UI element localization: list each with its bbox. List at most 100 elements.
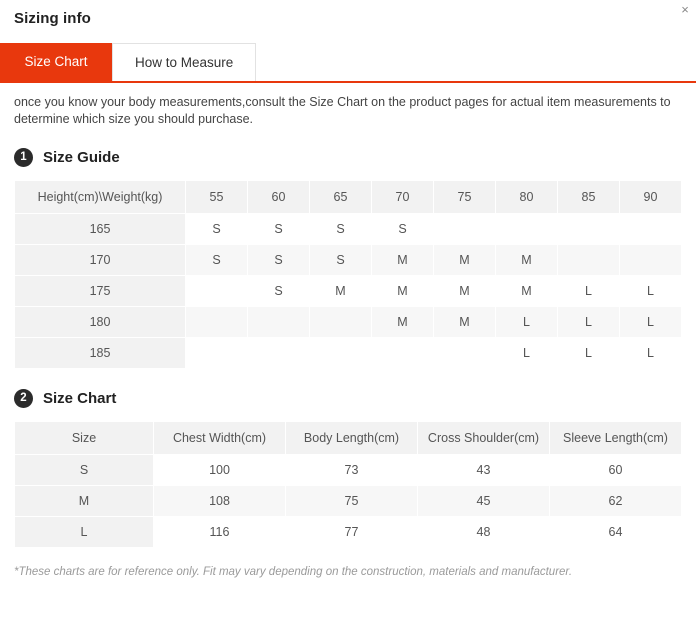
table-row: S 100 73 43 60 bbox=[14, 454, 682, 486]
size-cell: L bbox=[619, 275, 682, 307]
row-header-height: 165 bbox=[14, 213, 186, 245]
size-cell: S bbox=[185, 244, 248, 276]
size-cell: M bbox=[371, 275, 434, 307]
table-header-row: Height(cm)\Weight(kg) 55 60 65 70 75 80 … bbox=[14, 180, 682, 214]
row-header-size: S bbox=[14, 454, 154, 486]
size-cell: S bbox=[247, 244, 310, 276]
close-icon[interactable]: × bbox=[677, 2, 693, 18]
table-row: 170 S S S M M M bbox=[14, 244, 682, 276]
column-header-measure: Body Length(cm) bbox=[285, 421, 418, 455]
size-cell: M bbox=[433, 275, 496, 307]
table-row: 185 L L L bbox=[14, 337, 682, 369]
column-header-weight: 70 bbox=[371, 180, 434, 214]
column-header-measure: Cross Shoulder(cm) bbox=[417, 421, 550, 455]
column-header-weight: 80 bbox=[495, 180, 558, 214]
size-cell bbox=[247, 337, 310, 369]
table-body: S 100 73 43 60 M 108 75 45 62 L 116 77 4… bbox=[14, 454, 682, 548]
column-header-weight: 65 bbox=[309, 180, 372, 214]
section-heading-size-guide: 1 Size Guide bbox=[0, 148, 696, 167]
size-cell: L bbox=[557, 306, 620, 338]
tab-size-chart[interactable]: Size Chart bbox=[0, 43, 112, 81]
panel-header: Sizing info × bbox=[0, 0, 696, 34]
size-cell: M bbox=[309, 275, 372, 307]
size-cell bbox=[185, 337, 248, 369]
column-header-weight: 60 bbox=[247, 180, 310, 214]
measure-cell: 48 bbox=[417, 516, 550, 548]
size-cell bbox=[309, 306, 372, 338]
table-row: L 116 77 48 64 bbox=[14, 516, 682, 548]
size-cell: M bbox=[371, 306, 434, 338]
table-header: Size Chest Width(cm) Body Length(cm) Cro… bbox=[14, 421, 682, 455]
size-cell bbox=[619, 213, 682, 245]
size-cell: M bbox=[495, 275, 558, 307]
size-cell bbox=[309, 337, 372, 369]
size-cell: S bbox=[247, 275, 310, 307]
row-header-height: 175 bbox=[14, 275, 186, 307]
size-chart-table: Size Chest Width(cm) Body Length(cm) Cro… bbox=[14, 421, 682, 548]
size-cell bbox=[185, 275, 248, 307]
size-cell: L bbox=[495, 306, 558, 338]
page-title: Sizing info bbox=[14, 10, 91, 27]
size-cell bbox=[433, 337, 496, 369]
row-header-height: 185 bbox=[14, 337, 186, 369]
column-header-size: Size bbox=[14, 421, 154, 455]
table-row: 180 M M L L L bbox=[14, 306, 682, 338]
row-header-height: 180 bbox=[14, 306, 186, 338]
measure-cell: 60 bbox=[549, 454, 682, 486]
size-cell: L bbox=[619, 337, 682, 369]
column-header-weight: 90 bbox=[619, 180, 682, 214]
size-cell bbox=[371, 337, 434, 369]
size-cell bbox=[185, 306, 248, 338]
column-header-weight: 75 bbox=[433, 180, 496, 214]
measure-cell: 45 bbox=[417, 485, 550, 517]
table-header-row: Size Chest Width(cm) Body Length(cm) Cro… bbox=[14, 421, 682, 455]
column-header-weight: 85 bbox=[557, 180, 620, 214]
size-chart-table-wrap: Size Chest Width(cm) Body Length(cm) Cro… bbox=[0, 421, 696, 548]
size-cell bbox=[433, 213, 496, 245]
section-number-badge: 2 bbox=[14, 389, 33, 408]
tab-how-to-measure[interactable]: How to Measure bbox=[112, 43, 257, 81]
section-number-badge: 1 bbox=[14, 148, 33, 167]
measure-cell: 62 bbox=[549, 485, 682, 517]
measure-cell: 77 bbox=[285, 516, 418, 548]
column-header-weight: 55 bbox=[185, 180, 248, 214]
measure-cell: 108 bbox=[153, 485, 286, 517]
measure-cell: 64 bbox=[549, 516, 682, 548]
size-cell: L bbox=[619, 306, 682, 338]
table-body: 165 S S S S 170 S S S M M M 175 S M M M … bbox=[14, 213, 682, 369]
size-cell bbox=[557, 213, 620, 245]
table-header: Height(cm)\Weight(kg) 55 60 65 70 75 80 … bbox=[14, 180, 682, 214]
size-cell bbox=[619, 244, 682, 276]
row-header-size: L bbox=[14, 516, 154, 548]
row-header-size: M bbox=[14, 485, 154, 517]
size-cell: S bbox=[309, 244, 372, 276]
size-guide-table-wrap: Height(cm)\Weight(kg) 55 60 65 70 75 80 … bbox=[0, 180, 696, 369]
size-cell: S bbox=[309, 213, 372, 245]
size-cell: L bbox=[557, 337, 620, 369]
size-cell: M bbox=[495, 244, 558, 276]
measure-cell: 75 bbox=[285, 485, 418, 517]
table-row: 175 S M M M M L L bbox=[14, 275, 682, 307]
column-header-measure: Chest Width(cm) bbox=[153, 421, 286, 455]
size-cell: L bbox=[557, 275, 620, 307]
row-header-height: 170 bbox=[14, 244, 186, 276]
tab-bar: Size Chart How to Measure bbox=[0, 43, 696, 83]
size-guide-table: Height(cm)\Weight(kg) 55 60 65 70 75 80 … bbox=[14, 180, 682, 369]
measure-cell: 100 bbox=[153, 454, 286, 486]
footnote-text: *These charts are for reference only. Fi… bbox=[14, 566, 573, 578]
table-row: M 108 75 45 62 bbox=[14, 485, 682, 517]
size-cell bbox=[495, 213, 558, 245]
section-title: Size Guide bbox=[43, 149, 120, 166]
size-cell: S bbox=[371, 213, 434, 245]
size-cell: M bbox=[433, 306, 496, 338]
column-header-corner: Height(cm)\Weight(kg) bbox=[14, 180, 186, 214]
size-cell: L bbox=[495, 337, 558, 369]
size-cell bbox=[557, 244, 620, 276]
measure-cell: 43 bbox=[417, 454, 550, 486]
size-cell: S bbox=[247, 213, 310, 245]
measure-cell: 73 bbox=[285, 454, 418, 486]
column-header-measure: Sleeve Length(cm) bbox=[549, 421, 682, 455]
section-title: Size Chart bbox=[43, 390, 117, 407]
section-heading-size-chart: 2 Size Chart bbox=[0, 389, 696, 408]
size-cell bbox=[247, 306, 310, 338]
